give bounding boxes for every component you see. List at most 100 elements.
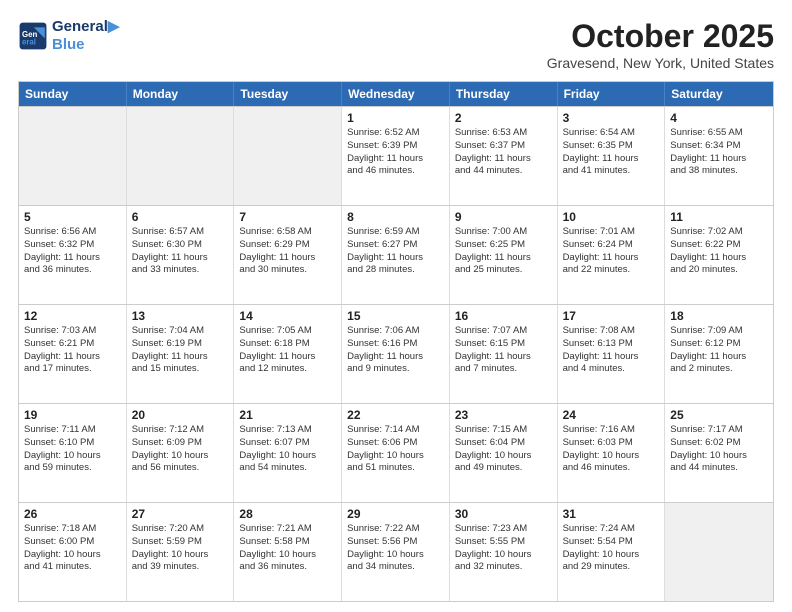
day-info: Sunrise: 7:08 AM Sunset: 6:13 PM Dayligh… xyxy=(563,325,660,376)
day-number: 12 xyxy=(24,309,121,323)
day-info: Sunrise: 7:16 AM Sunset: 6:03 PM Dayligh… xyxy=(563,424,660,475)
main-title: October 2025 xyxy=(547,18,774,55)
day-info: Sunrise: 6:59 AM Sunset: 6:27 PM Dayligh… xyxy=(347,226,444,277)
day-number: 21 xyxy=(239,408,336,422)
day-info: Sunrise: 7:17 AM Sunset: 6:02 PM Dayligh… xyxy=(670,424,768,475)
calendar-cell: 11 Sunrise: 7:02 AM Sunset: 6:22 PM Dayli… xyxy=(665,206,773,304)
day-number: 31 xyxy=(563,507,660,521)
day-number: 4 xyxy=(670,111,768,125)
day-info: Sunrise: 7:07 AM Sunset: 6:15 PM Dayligh… xyxy=(455,325,552,376)
day-info: Sunrise: 7:22 AM Sunset: 5:56 PM Dayligh… xyxy=(347,523,444,574)
day-info: Sunrise: 7:13 AM Sunset: 6:07 PM Dayligh… xyxy=(239,424,336,475)
day-number: 17 xyxy=(563,309,660,323)
calendar-cell: 14 Sunrise: 7:05 AM Sunset: 6:18 PM Dayli… xyxy=(234,305,342,403)
day-info: Sunrise: 7:15 AM Sunset: 6:04 PM Dayligh… xyxy=(455,424,552,475)
day-info: Sunrise: 6:54 AM Sunset: 6:35 PM Dayligh… xyxy=(563,127,660,178)
calendar-cell: 15 Sunrise: 7:06 AM Sunset: 6:16 PM Dayli… xyxy=(342,305,450,403)
calendar-header: SundayMondayTuesdayWednesdayThursdayFrid… xyxy=(19,82,773,106)
day-number: 28 xyxy=(239,507,336,521)
day-info: Sunrise: 7:11 AM Sunset: 6:10 PM Dayligh… xyxy=(24,424,121,475)
calendar-cell: 13Sunrise: 7:04 AM Sunset: 6:19 PM Dayli… xyxy=(127,305,235,403)
day-number: 27 xyxy=(132,507,229,521)
calendar-cell: 1Sunrise: 6:52 AM Sunset: 6:39 PM Daylig… xyxy=(342,107,450,205)
logo-icon: Gen eral xyxy=(18,21,48,51)
calendar-cell: 25 Sunrise: 7:17 AM Sunset: 6:02 PM Dayli… xyxy=(665,404,773,502)
calendar-header-cell: Thursday xyxy=(450,82,558,106)
calendar-header-cell: Saturday xyxy=(665,82,773,106)
day-info: Sunrise: 7:06 AM Sunset: 6:16 PM Dayligh… xyxy=(347,325,444,376)
calendar-cell: 27 Sunrise: 7:20 AM Sunset: 5:59 PM Dayli… xyxy=(127,503,235,601)
day-number: 16 xyxy=(455,309,552,323)
calendar-cell: 20Sunrise: 7:12 AM Sunset: 6:09 PM Dayli… xyxy=(127,404,235,502)
calendar-cell: 2 Sunrise: 6:53 AM Sunset: 6:37 PM Daylig… xyxy=(450,107,558,205)
day-info: Sunrise: 7:03 AM Sunset: 6:21 PM Dayligh… xyxy=(24,325,121,376)
day-info: Sunrise: 6:58 AM Sunset: 6:29 PM Dayligh… xyxy=(239,226,336,277)
day-number: 13 xyxy=(132,309,229,323)
calendar-cell: 19 Sunrise: 7:11 AM Sunset: 6:10 PM Dayli… xyxy=(19,404,127,502)
day-number: 25 xyxy=(670,408,768,422)
day-number: 5 xyxy=(24,210,121,224)
calendar-week: 12 Sunrise: 7:03 AM Sunset: 6:21 PM Dayli… xyxy=(19,304,773,403)
day-number: 18 xyxy=(670,309,768,323)
day-number: 24 xyxy=(563,408,660,422)
logo-text: General▶ Blue xyxy=(52,18,119,54)
calendar-week: 26 Sunrise: 7:18 AM Sunset: 6:00 PM Dayli… xyxy=(19,502,773,601)
day-info: Sunrise: 6:52 AM Sunset: 6:39 PM Dayligh… xyxy=(347,127,444,178)
calendar-cell: 30 Sunrise: 7:23 AM Sunset: 5:55 PM Dayli… xyxy=(450,503,558,601)
day-info: Sunrise: 7:00 AM Sunset: 6:25 PM Dayligh… xyxy=(455,226,552,277)
calendar-body: 1Sunrise: 6:52 AM Sunset: 6:39 PM Daylig… xyxy=(19,106,773,601)
calendar-header-cell: Monday xyxy=(127,82,235,106)
day-info: Sunrise: 7:23 AM Sunset: 5:55 PM Dayligh… xyxy=(455,523,552,574)
calendar-cell: 9Sunrise: 7:00 AM Sunset: 6:25 PM Daylig… xyxy=(450,206,558,304)
calendar-cell: 28 Sunrise: 7:21 AM Sunset: 5:58 PM Dayli… xyxy=(234,503,342,601)
header: Gen eral General▶ Blue October 2025 Grav… xyxy=(18,18,774,71)
calendar-cell: 4 Sunrise: 6:55 AM Sunset: 6:34 PM Daylig… xyxy=(665,107,773,205)
calendar-cell xyxy=(19,107,127,205)
day-number: 10 xyxy=(563,210,660,224)
calendar-cell: 17 Sunrise: 7:08 AM Sunset: 6:13 PM Dayli… xyxy=(558,305,666,403)
day-number: 20 xyxy=(132,408,229,422)
calendar-header-cell: Sunday xyxy=(19,82,127,106)
day-info: Sunrise: 7:02 AM Sunset: 6:22 PM Dayligh… xyxy=(670,226,768,277)
day-number: 15 xyxy=(347,309,444,323)
calendar-cell xyxy=(665,503,773,601)
day-info: Sunrise: 7:14 AM Sunset: 6:06 PM Dayligh… xyxy=(347,424,444,475)
calendar-cell: 3Sunrise: 6:54 AM Sunset: 6:35 PM Daylig… xyxy=(558,107,666,205)
calendar-cell: 22 Sunrise: 7:14 AM Sunset: 6:06 PM Dayli… xyxy=(342,404,450,502)
day-number: 7 xyxy=(239,210,336,224)
day-info: Sunrise: 7:18 AM Sunset: 6:00 PM Dayligh… xyxy=(24,523,121,574)
calendar-header-cell: Wednesday xyxy=(342,82,450,106)
calendar-cell: 29Sunrise: 7:22 AM Sunset: 5:56 PM Dayli… xyxy=(342,503,450,601)
calendar-week: 19 Sunrise: 7:11 AM Sunset: 6:10 PM Dayli… xyxy=(19,403,773,502)
svg-text:eral: eral xyxy=(22,38,36,47)
calendar-cell: 6 Sunrise: 6:57 AM Sunset: 6:30 PM Daylig… xyxy=(127,206,235,304)
calendar-header-cell: Tuesday xyxy=(234,82,342,106)
day-info: Sunrise: 7:01 AM Sunset: 6:24 PM Dayligh… xyxy=(563,226,660,277)
subtitle: Gravesend, New York, United States xyxy=(547,55,774,71)
day-number: 19 xyxy=(24,408,121,422)
day-info: Sunrise: 6:56 AM Sunset: 6:32 PM Dayligh… xyxy=(24,226,121,277)
day-number: 6 xyxy=(132,210,229,224)
calendar-header-cell: Friday xyxy=(558,82,666,106)
calendar-cell: 24 Sunrise: 7:16 AM Sunset: 6:03 PM Dayli… xyxy=(558,404,666,502)
day-number: 30 xyxy=(455,507,552,521)
day-info: Sunrise: 7:20 AM Sunset: 5:59 PM Dayligh… xyxy=(132,523,229,574)
day-info: Sunrise: 6:57 AM Sunset: 6:30 PM Dayligh… xyxy=(132,226,229,277)
day-info: Sunrise: 7:09 AM Sunset: 6:12 PM Dayligh… xyxy=(670,325,768,376)
calendar-cell: 21 Sunrise: 7:13 AM Sunset: 6:07 PM Dayli… xyxy=(234,404,342,502)
calendar-cell: 7 Sunrise: 6:58 AM Sunset: 6:29 PM Daylig… xyxy=(234,206,342,304)
page: Gen eral General▶ Blue October 2025 Grav… xyxy=(0,0,792,612)
day-number: 11 xyxy=(670,210,768,224)
day-info: Sunrise: 7:21 AM Sunset: 5:58 PM Dayligh… xyxy=(239,523,336,574)
calendar-cell: 16 Sunrise: 7:07 AM Sunset: 6:15 PM Dayli… xyxy=(450,305,558,403)
day-number: 26 xyxy=(24,507,121,521)
day-info: Sunrise: 7:05 AM Sunset: 6:18 PM Dayligh… xyxy=(239,325,336,376)
day-info: Sunrise: 6:53 AM Sunset: 6:37 PM Dayligh… xyxy=(455,127,552,178)
day-info: Sunrise: 6:55 AM Sunset: 6:34 PM Dayligh… xyxy=(670,127,768,178)
day-number: 14 xyxy=(239,309,336,323)
calendar-cell: 8Sunrise: 6:59 AM Sunset: 6:27 PM Daylig… xyxy=(342,206,450,304)
day-number: 2 xyxy=(455,111,552,125)
title-block: October 2025 Gravesend, New York, United… xyxy=(547,18,774,71)
day-number: 22 xyxy=(347,408,444,422)
calendar: SundayMondayTuesdayWednesdayThursdayFrid… xyxy=(18,81,774,602)
